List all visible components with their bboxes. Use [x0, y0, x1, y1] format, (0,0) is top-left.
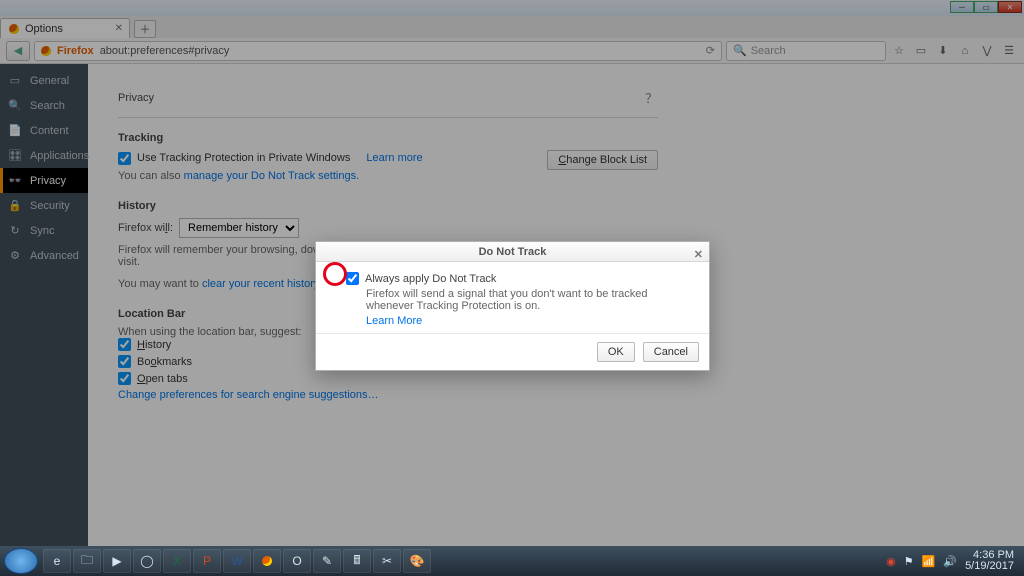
help-icon[interactable]: ？: [645, 88, 658, 107]
sidebar-item-advanced[interactable]: ⚙ Advanced: [0, 243, 88, 268]
os-titlebar: － ▭ ✕: [0, 0, 1024, 16]
sidebar-item-label: Content: [30, 125, 69, 137]
taskbar-powerpoint-icon[interactable]: P: [193, 549, 221, 573]
address-bar[interactable]: Firefox about:preferences#privacy ⟳: [34, 41, 722, 61]
change-block-list-button[interactable]: Change Block List: [547, 150, 658, 170]
sidebar-item-general[interactable]: ▭ General: [0, 68, 88, 93]
taskbar-explorer-icon[interactable]: 🗀: [73, 549, 101, 573]
tray-network-icon[interactable]: ◉: [886, 555, 896, 568]
browser-tab[interactable]: Options ✕: [0, 18, 130, 38]
tab-favicon: [9, 24, 19, 34]
menu-icon[interactable]: ☰: [1000, 44, 1018, 57]
cancel-button[interactable]: Cancel: [643, 342, 699, 362]
tracking-protection-checkbox[interactable]: Use Tracking Protection in Private Windo…: [118, 152, 423, 165]
sidebar-item-label: Sync: [30, 225, 54, 237]
clipboard-icon[interactable]: ▭: [912, 44, 930, 57]
tracking-subtext: You can also manage your Do Not Track se…: [118, 170, 658, 182]
taskbar-excel-icon[interactable]: X: [163, 549, 191, 573]
sidebar-item-label: Search: [30, 100, 65, 112]
manage-dnt-link[interactable]: manage your Do Not Track settings.: [184, 170, 359, 182]
search-box[interactable]: 🔍 Search: [726, 41, 886, 61]
dialog-title: Do Not Track ✕: [316, 242, 709, 262]
taskbar-snip-icon[interactable]: ✂: [373, 549, 401, 573]
taskbar-chrome-icon[interactable]: ◯: [133, 549, 161, 573]
firefox-favicon-icon: [41, 46, 51, 56]
taskbar-paint-icon[interactable]: 🎨: [403, 549, 431, 573]
sidebar-item-label: Privacy: [30, 175, 66, 187]
sidebar-item-label: General: [30, 75, 69, 87]
tracking-heading: Tracking: [118, 132, 658, 144]
minimize-button[interactable]: －: [950, 1, 974, 13]
page-title: Privacy ？: [118, 84, 658, 118]
sidebar-item-sync[interactable]: ↻ Sync: [0, 218, 88, 243]
ok-button[interactable]: OK: [597, 342, 635, 362]
do-not-track-dialog: Do Not Track ✕ Always apply Do Not Track…: [315, 241, 710, 371]
dialog-description: Firefox will send a signal that you don'…: [366, 288, 693, 312]
download-icon[interactable]: ⬇: [934, 44, 952, 57]
taskbar-notepad-icon[interactable]: ✎: [313, 549, 341, 573]
star-icon[interactable]: ☆: [890, 44, 908, 57]
taskbar-word-icon[interactable]: W: [223, 549, 251, 573]
browser-toolbar: ◀ Firefox about:preferences#privacy ⟳ 🔍 …: [0, 38, 1024, 64]
tray-flag-icon[interactable]: ⚑: [904, 555, 914, 568]
search-placeholder: Search: [751, 45, 786, 57]
back-button[interactable]: ◀: [6, 41, 30, 61]
history-will-label: Firefox will:: [118, 222, 173, 234]
taskbar-calc-icon[interactable]: 🖩: [343, 549, 371, 573]
history-mode-select[interactable]: Remember history: [179, 218, 299, 238]
sidebar-item-label: Security: [30, 200, 70, 212]
suggest-opentabs-checkbox[interactable]: Open tabs: [118, 372, 658, 385]
close-tab-icon[interactable]: ✕: [115, 23, 123, 34]
home-icon[interactable]: ⌂: [956, 45, 974, 57]
taskbar-firefox-icon[interactable]: [253, 549, 281, 573]
reload-icon[interactable]: ⟳: [706, 44, 715, 57]
system-tray: ◉ ⚑ 📶 🔊 4:36 PM 5/19/2017: [886, 550, 1020, 572]
gear-icon: ⚙: [8, 249, 22, 262]
search-icon: 🔍: [8, 99, 22, 112]
clear-history-link[interactable]: clear your recent history: [202, 278, 319, 290]
url-text: about:preferences#privacy: [100, 45, 230, 57]
new-tab-button[interactable]: ＋: [134, 20, 156, 38]
history-heading: History: [118, 200, 658, 212]
lock-icon: 🔒: [8, 199, 22, 212]
pocket-icon[interactable]: ⋁: [978, 44, 996, 57]
close-button[interactable]: ✕: [998, 1, 1022, 13]
tray-wifi-icon[interactable]: 📶: [922, 555, 936, 568]
sidebar-item-applications[interactable]: 🎛 Applications: [0, 143, 88, 168]
sidebar-item-search[interactable]: 🔍 Search: [0, 93, 88, 118]
sidebar-item-content[interactable]: 📄 Content: [0, 118, 88, 143]
dialog-learn-more-link[interactable]: Learn More: [366, 315, 422, 327]
sidebar-item-label: Applications: [30, 150, 89, 162]
search-icon: 🔍: [733, 44, 747, 57]
tray-volume-icon[interactable]: 🔊: [943, 555, 957, 568]
learn-more-link[interactable]: Learn more: [366, 152, 422, 164]
start-button[interactable]: [4, 548, 38, 574]
taskbar-media-icon[interactable]: ▶: [103, 549, 131, 573]
dialog-close-icon[interactable]: ✕: [694, 245, 703, 265]
always-apply-dnt-checkbox[interactable]: Always apply Do Not Track: [346, 272, 693, 285]
sidebar-item-security[interactable]: 🔒 Security: [0, 193, 88, 218]
apps-icon: 🎛: [8, 149, 22, 162]
tray-clock[interactable]: 4:36 PM 5/19/2017: [965, 550, 1014, 572]
taskbar-ie-icon[interactable]: e: [43, 549, 71, 573]
maximize-button[interactable]: ▭: [974, 1, 998, 13]
sidebar-item-privacy[interactable]: 👓 Privacy: [0, 168, 88, 193]
search-suggestions-link[interactable]: Change preferences for search engine sug…: [118, 389, 658, 401]
browser-tabstrip: Options ✕ ＋: [0, 16, 1024, 38]
windows-taskbar: e 🗀 ▶ ◯ X P W O ✎ 🖩 ✂ 🎨 ◉ ⚑ 📶 🔊 4:36 PM …: [0, 546, 1024, 576]
sidebar-item-label: Advanced: [30, 250, 79, 262]
square-icon: ▭: [8, 74, 22, 87]
sync-icon: ↻: [8, 224, 22, 237]
url-brand: Firefox: [57, 45, 94, 57]
preferences-sidebar: ▭General 🔍Search 📄Content 🎛Applications …: [0, 64, 88, 546]
document-icon: 📄: [8, 124, 22, 137]
taskbar-outlook-icon[interactable]: O: [283, 549, 311, 573]
tab-title: Options: [25, 23, 63, 35]
mask-icon: 👓: [8, 174, 22, 187]
